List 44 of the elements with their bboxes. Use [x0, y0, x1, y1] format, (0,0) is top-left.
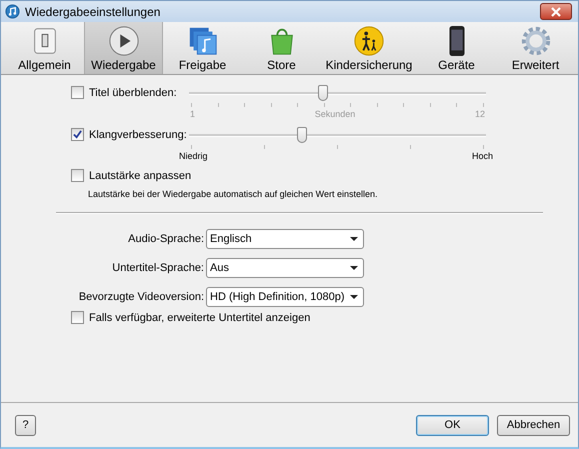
checkbox-label: Titel überblenden:	[89, 86, 177, 98]
dropdown-label: Bevorzugte Videoversion:	[78, 290, 205, 302]
toolbar-tab[interactable]: Freigabe	[163, 22, 242, 74]
slider-thumb[interactable]	[318, 85, 328, 101]
window-title: Wiedergabeeinstellungen	[25, 4, 162, 18]
dropdown[interactable]: Aus	[206, 258, 364, 278]
slider[interactable]	[189, 127, 486, 149]
close-button[interactable]	[540, 3, 572, 20]
scale-label: Sekunden	[314, 109, 356, 119]
dropdown[interactable]: Englisch	[206, 228, 364, 248]
checkbox-label: Klangverbesserung:	[89, 128, 187, 140]
slider-thumb[interactable]	[296, 127, 307, 143]
play-icon	[108, 25, 140, 57]
caret-icon	[350, 294, 358, 298]
checkbox[interactable]	[71, 86, 84, 99]
scale-label: 12	[474, 109, 485, 119]
parent-child-icon	[353, 25, 385, 57]
toolbar-tab[interactable]: Allgemein	[5, 22, 84, 74]
checkbox[interactable]	[71, 128, 84, 141]
slider[interactable]	[189, 85, 486, 107]
gear-icon	[520, 25, 552, 57]
scale-label: 1	[190, 109, 196, 119]
toolbar-tab[interactable]: Store	[242, 22, 321, 74]
checkbox[interactable]	[71, 169, 84, 182]
checkbox-label: Falls verfügbar, erweiterte Untertitel anzeigen	[89, 312, 310, 324]
ok-button[interactable]: OK	[416, 414, 489, 436]
scale-label: Hoch	[472, 151, 493, 161]
toolbar-tab[interactable]: Erweitert	[496, 22, 575, 74]
cancel-button[interactable]: Abbrechen	[497, 414, 570, 436]
toolbar-tab[interactable]: Wiedergabe	[84, 22, 163, 74]
toolbar-tab[interactable]: Geräte	[417, 22, 496, 74]
caret-icon	[350, 266, 358, 270]
checkbox-label: Lautstärke anpassen	[89, 170, 192, 182]
checkbox[interactable]	[71, 311, 84, 324]
dropdown-label: Untertitel-Sprache:	[111, 262, 205, 274]
close-icon	[551, 6, 561, 16]
toolbar-tab[interactable]: Kindersicherung	[321, 22, 417, 74]
hint-text: Lautstärke bei der Wiedergabe automatisch auf gleichen Wert einstellen.	[88, 189, 378, 199]
music-note-icon	[5, 4, 20, 19]
dropdown-label: Audio-Sprache:	[127, 232, 205, 244]
caret-icon	[350, 236, 358, 240]
help-button[interactable]: ?	[15, 414, 36, 436]
scale-label: Niedrig	[179, 151, 208, 161]
dropdown[interactable]: HD (High Definition, 1080p)	[206, 286, 364, 306]
